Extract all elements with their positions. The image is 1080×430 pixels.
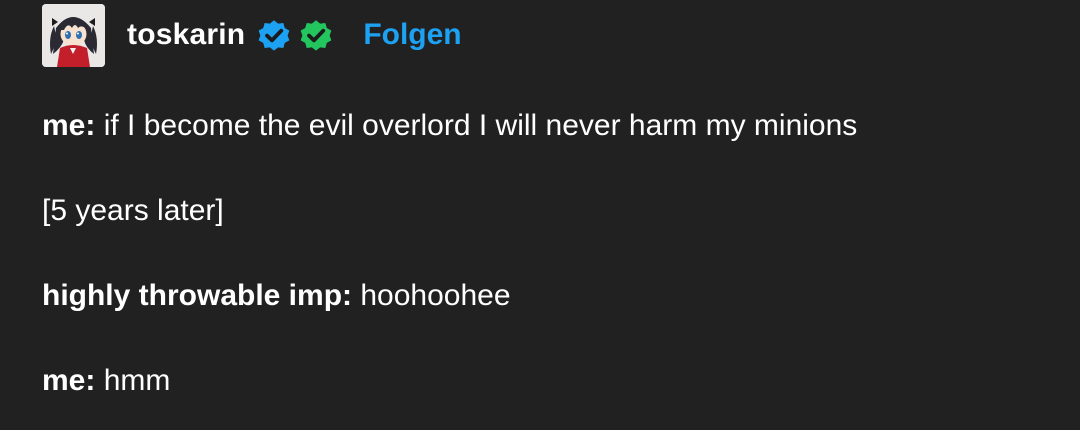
line-text: hmm (95, 364, 171, 397)
post-line: me: if I become the evil overlord I will… (42, 106, 1060, 146)
verified-green-badge-icon (297, 16, 335, 54)
post-line: highly throwable imp: hoohoohee (42, 276, 1060, 316)
verified-blue-badge-icon (255, 16, 293, 54)
line-text: hoohoohee (352, 279, 511, 312)
speaker-label: me: (42, 364, 96, 397)
post-line: [5 years later] (42, 191, 1060, 231)
speaker-label: me: (42, 109, 96, 142)
post-body: me: if I become the evil overlord I will… (42, 106, 1060, 401)
line-text: if I become the evil overlord I will nev… (95, 109, 858, 142)
post-header: toskarin Folgen (42, 3, 462, 67)
follow-button[interactable]: Folgen (363, 18, 461, 52)
avatar-image (42, 3, 105, 67)
avatar[interactable] (42, 3, 105, 67)
username[interactable]: toskarin (127, 18, 245, 52)
speaker-label: highly throwable imp: (42, 279, 353, 312)
post-line: me: hmm (42, 361, 1060, 401)
line-text: [5 years later] (42, 194, 224, 227)
